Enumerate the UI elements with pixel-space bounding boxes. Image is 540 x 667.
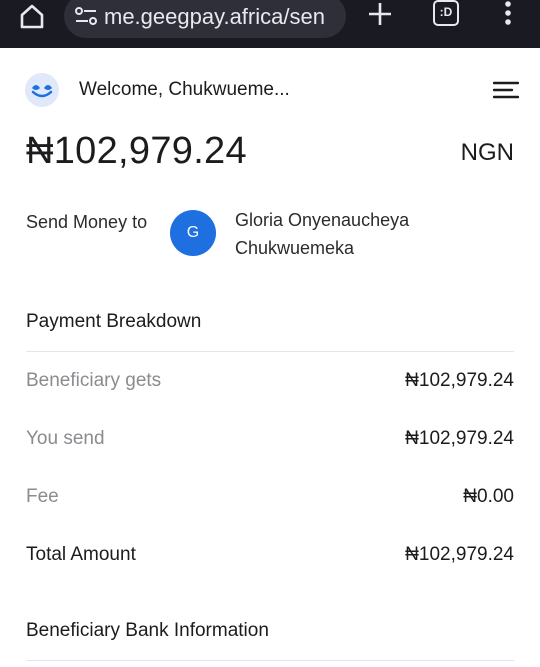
hamburger-menu-icon[interactable]: [493, 80, 519, 100]
breakdown-label: You send: [26, 428, 105, 449]
breakdown-value: ₦102,979.24: [405, 370, 514, 391]
welcome-text: Welcome, Chukwueme...: [79, 79, 290, 100]
url-text[interactable]: me.geegpay.africa/sen: [104, 4, 340, 30]
new-tab-icon[interactable]: [366, 0, 394, 28]
breakdown-label: Beneficiary gets: [26, 370, 162, 391]
geegpay-logo: [25, 73, 59, 107]
divider: [26, 660, 514, 661]
recipient-avatar: G: [170, 210, 216, 256]
breakdown-row: Beneficiary gets ₦102,979.24: [26, 370, 514, 398]
home-icon[interactable]: [18, 2, 46, 30]
divider: [26, 351, 514, 352]
breakdown-row: You send ₦102,979.24: [26, 428, 514, 456]
breakdown-row: Fee ₦0.00: [26, 486, 514, 514]
browser-toolbar: me.geegpay.africa/sen :D: [0, 0, 540, 48]
currency-code: NGN: [460, 139, 514, 166]
recipient-name: Gloria Onyenaucheya Chukwuemeka: [235, 210, 410, 258]
tab-switcher-icon[interactable]: :D: [433, 0, 459, 26]
tab-switcher-badge: :D: [439, 5, 453, 19]
address-bar[interactable]: me.geegpay.africa/sen: [64, 0, 346, 38]
amount-display: ₦102,979.24: [26, 130, 247, 172]
breakdown-value: ₦102,979.24: [405, 428, 514, 449]
breakdown-row-total: Total Amount ₦102,979.24: [26, 544, 514, 572]
bank-info-title: Beneficiary Bank Information: [26, 620, 269, 641]
more-options-icon[interactable]: [498, 0, 518, 28]
send-money-label: Send Money to: [26, 212, 148, 232]
site-settings-icon[interactable]: [74, 6, 98, 26]
breakdown-value: ₦102,979.24: [405, 544, 514, 565]
breakdown-label: Fee: [26, 486, 59, 507]
breakdown-value: ₦0.00: [463, 486, 514, 507]
breakdown-label: Total Amount: [26, 544, 136, 565]
payment-breakdown-title: Payment Breakdown: [26, 311, 202, 332]
